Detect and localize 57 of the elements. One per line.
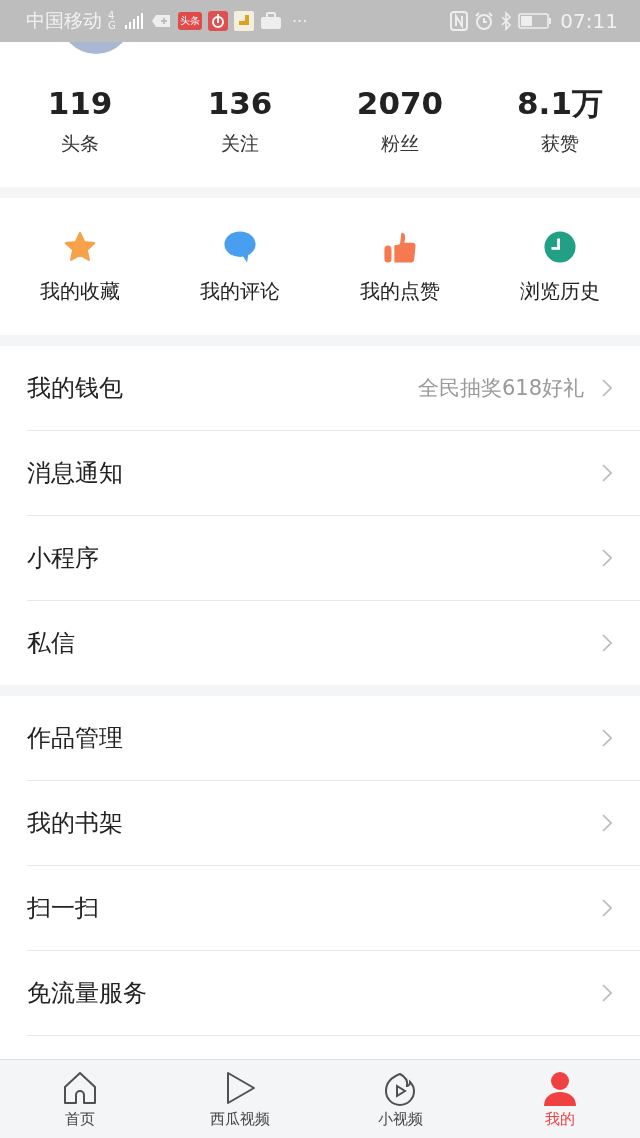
- chevron-right-icon: [602, 464, 612, 482]
- nav-tab[interactable]: 首页: [0, 1060, 160, 1138]
- more-notifications: ···: [292, 11, 308, 31]
- stat-label[interactable]: 关注: [221, 131, 259, 157]
- stat-value[interactable]: 8.1万: [517, 85, 603, 121]
- menu-row[interactable]: 扫一扫: [27, 866, 640, 951]
- battery-icon: [518, 13, 553, 29]
- menu-label: 扫一扫: [27, 893, 100, 924]
- nav-tab[interactable]: 西瓜视频: [160, 1060, 320, 1138]
- shortcut-label[interactable]: 我的点赞: [360, 278, 440, 305]
- alarm-icon: [474, 11, 495, 31]
- stat-label[interactable]: 头条: [61, 131, 99, 157]
- chevron-right-icon: [602, 899, 612, 917]
- menu-label: 我的钱包: [27, 373, 124, 404]
- chevron-right-icon: [602, 379, 612, 397]
- thumbs-up-icon[interactable]: [383, 230, 417, 264]
- signal-icon: [124, 13, 146, 29]
- home-icon: [62, 1069, 98, 1106]
- promo-hint: 全民抽奖618好礼: [417, 375, 584, 402]
- menu-label: 私信: [27, 628, 76, 659]
- menu-label: 小程序: [27, 543, 100, 574]
- stat-value[interactable]: 2070: [356, 85, 444, 121]
- plus-tag-icon: [152, 13, 172, 29]
- nav-tab[interactable]: 我的: [480, 1060, 640, 1138]
- menu-row[interactable]: 消息通知: [27, 431, 640, 516]
- stat-label[interactable]: 获赞: [541, 131, 579, 157]
- nfc-icon: [450, 11, 469, 31]
- chevron-right-icon: [602, 814, 612, 832]
- clock-icon[interactable]: [543, 230, 577, 264]
- stat-value[interactable]: 119: [47, 85, 113, 121]
- chevron-right-icon: [602, 984, 612, 1002]
- shortcut-label[interactable]: 浏览历史: [520, 278, 600, 305]
- menu-label: 我的书架: [27, 808, 124, 839]
- user-icon: [542, 1069, 578, 1106]
- speech-bubble-icon[interactable]: [223, 230, 257, 264]
- menu-row[interactable]: 我的钱包 全民抽奖618好礼: [27, 346, 640, 431]
- bluetooth-icon: [500, 11, 513, 31]
- menu-label: 免流量服务: [27, 978, 148, 1009]
- star-icon[interactable]: [63, 230, 97, 264]
- shortcut-label[interactable]: 我的评论: [200, 278, 280, 305]
- menu-label: 消息通知: [27, 458, 124, 489]
- chevron-right-icon: [602, 634, 612, 652]
- chevron-right-icon: [602, 729, 612, 747]
- shortcut-label[interactable]: 我的收藏: [40, 278, 120, 305]
- app-notification-icon: 头条: [178, 12, 202, 30]
- nav-tab[interactable]: 小视频: [320, 1060, 480, 1138]
- app-icon: [234, 11, 254, 31]
- briefcase-icon: [260, 12, 282, 30]
- chevron-right-icon: [602, 549, 612, 567]
- menu-label: 作品管理: [27, 723, 124, 754]
- menu-row[interactable]: 私信: [27, 601, 640, 685]
- menu-row[interactable]: 小程序: [27, 516, 640, 601]
- menu-row[interactable]: 我的书架: [27, 781, 640, 866]
- menu-row[interactable]: 作品管理: [27, 696, 640, 781]
- menu-row[interactable]: 免流量服务: [27, 951, 640, 1035]
- stat-label[interactable]: 粉丝: [381, 131, 419, 157]
- stat-value[interactable]: 136: [207, 85, 273, 121]
